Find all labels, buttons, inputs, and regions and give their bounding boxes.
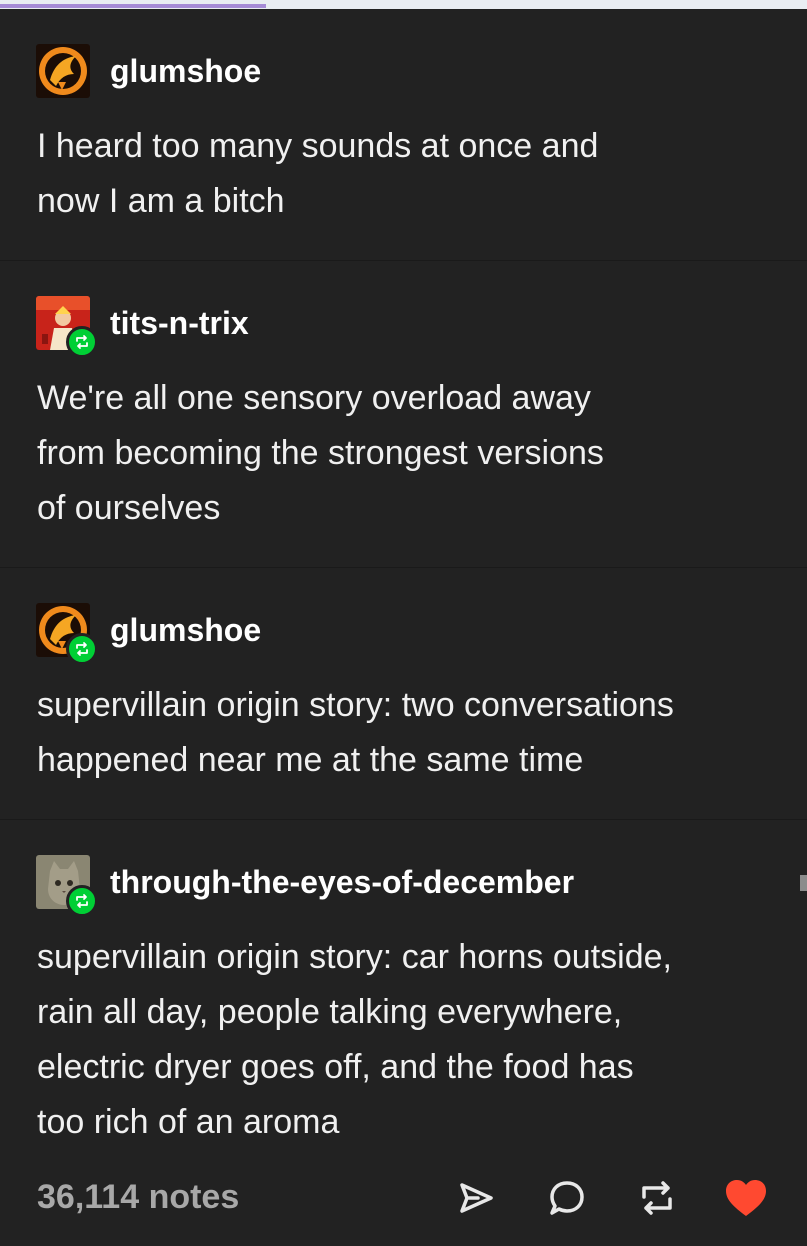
- post-text-line: electric dryer goes off, and the food ha…: [37, 1048, 634, 1086]
- heart-icon: [726, 1180, 766, 1216]
- reblog-icon: [76, 335, 88, 349]
- reblog-badge: [66, 885, 98, 917]
- avatar[interactable]: [36, 296, 98, 358]
- post-username[interactable]: glumshoe: [110, 612, 261, 649]
- post-text-line: from becoming the strongest versions: [37, 434, 604, 472]
- post-text-line: of ourselves: [37, 489, 221, 527]
- avatar[interactable]: [36, 603, 98, 665]
- post-header: through-the-eyes-of-december: [36, 855, 574, 917]
- post-text-line: now I am a bitch: [37, 182, 285, 220]
- reblog-icon: [642, 1181, 672, 1215]
- reblog-button[interactable]: [633, 1174, 681, 1222]
- scrollbar-thumb[interactable]: [800, 875, 807, 891]
- post-header: glumshoe: [36, 44, 261, 98]
- reply-icon: [550, 1181, 584, 1215]
- post-text-line: supervillain origin story: two conversat…: [37, 686, 674, 724]
- post-username[interactable]: glumshoe: [110, 53, 261, 90]
- post-text-line: rain all day, people talking everywhere,: [37, 993, 623, 1031]
- post-body: We're all one sensory overload away from…: [37, 371, 777, 536]
- post-text-line: I heard too many sounds at once and: [37, 127, 599, 165]
- post-divider: [0, 819, 807, 820]
- post-footer: 36,114 notes: [0, 1160, 807, 1240]
- post-body: supervillain origin story: car horns out…: [37, 930, 777, 1150]
- share-icon: [460, 1183, 493, 1213]
- post-text-line: supervillain origin story: car horns out…: [37, 938, 672, 976]
- avatar[interactable]: [36, 855, 98, 917]
- like-button[interactable]: [722, 1174, 770, 1222]
- top-progress-bar: [0, 0, 807, 9]
- post-header: tits-n-trix: [36, 296, 249, 358]
- avatar[interactable]: [36, 44, 90, 98]
- post-text-line: We're all one sensory overload away: [37, 379, 591, 417]
- post-header: glumshoe: [36, 603, 261, 665]
- reblog-icon: [76, 894, 88, 908]
- post-text-line: happened near me at the same time: [37, 741, 584, 779]
- post-divider: [0, 567, 807, 568]
- notes-count[interactable]: 36,114 notes: [37, 1178, 239, 1217]
- reblog-badge: [66, 633, 98, 665]
- reblog-badge: [66, 326, 98, 358]
- reply-button[interactable]: [543, 1174, 591, 1222]
- post-body: I heard too many sounds at once and now …: [37, 119, 777, 229]
- post-username[interactable]: through-the-eyes-of-december: [110, 864, 574, 901]
- share-button[interactable]: [452, 1174, 500, 1222]
- reblog-icon: [76, 642, 88, 656]
- post-text-line: too rich of an aroma: [37, 1103, 340, 1141]
- phoenix-avatar-icon: [36, 44, 90, 98]
- post-username[interactable]: tits-n-trix: [110, 305, 249, 342]
- post-divider: [0, 260, 807, 261]
- progress-fill: [0, 4, 267, 8]
- post-body: supervillain origin story: two conversat…: [37, 678, 777, 788]
